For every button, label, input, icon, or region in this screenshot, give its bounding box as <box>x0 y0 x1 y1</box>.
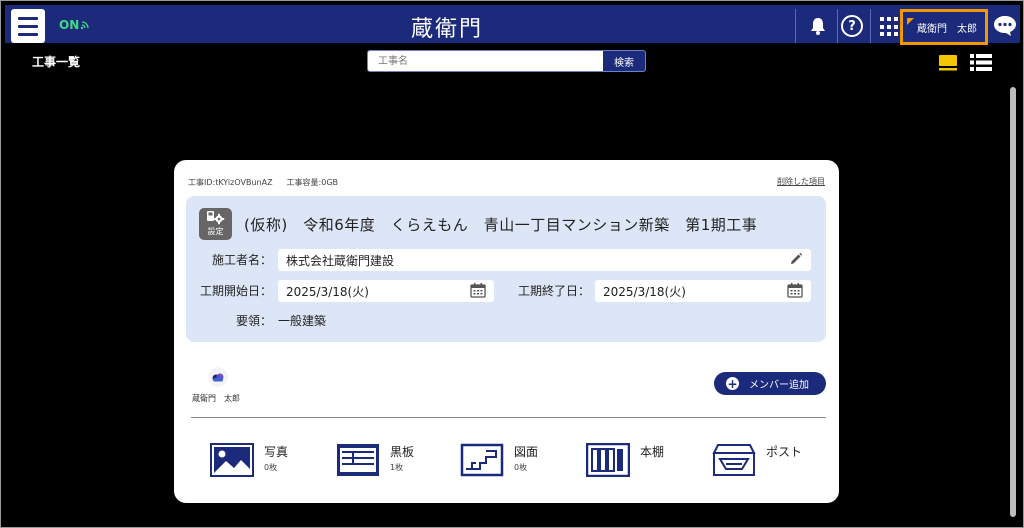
divider <box>837 9 838 43</box>
notification-bell-icon[interactable] <box>801 11 835 41</box>
mailbox-icon <box>712 444 756 476</box>
category-count: 0枚 <box>264 463 278 472</box>
blackboard-icon <box>337 444 379 476</box>
avatar[interactable] <box>208 367 228 387</box>
divider <box>870 9 871 43</box>
settings-label: 設定 <box>207 227 224 236</box>
category-label: 黒板 <box>390 445 415 459</box>
category-label: 写真 <box>264 445 289 459</box>
divider <box>191 417 826 418</box>
end-date-label: 工期終了日： <box>517 284 590 298</box>
list-view-icon[interactable] <box>970 53 992 72</box>
project-card: 工事ID:tKYizOVBunAZ 工事容量:0GB 削除した項目 設定 (仮称)… <box>174 160 839 503</box>
category-mailbox[interactable]: ポスト <box>712 443 812 483</box>
search-box: 検索 <box>367 50 646 72</box>
chat-icon[interactable] <box>993 15 1017 37</box>
member-name: 蔵衛門 太郎 <box>192 394 240 403</box>
drawing-icon <box>460 443 504 477</box>
category-label: ポスト <box>766 445 803 459</box>
end-date-value: 2025/3/18(火) <box>603 284 686 299</box>
app-grid-icon[interactable] <box>880 17 900 37</box>
edit-pencil-icon[interactable] <box>789 252 803 266</box>
help-symbol: ? <box>848 18 856 34</box>
settings-icon <box>207 211 225 225</box>
constructor-field[interactable]: 株式会社蔵衛門建設 <box>278 249 811 271</box>
category-label: 図面 <box>514 445 539 459</box>
category-count: 0枚 <box>514 463 528 472</box>
user-account-button[interactable]: 蔵衛門 太郎 <box>900 9 988 45</box>
project-capacity: 工事容量:0GB <box>286 178 339 187</box>
start-date-field[interactable]: 2025/3/18(火) <box>278 280 494 302</box>
card-view-icon[interactable] <box>938 54 958 71</box>
photo-icon <box>210 443 254 477</box>
cloud-user-icon <box>212 373 224 382</box>
constructor-value: 株式会社蔵衛門建設 <box>286 253 395 268</box>
project-info-panel: 設定 (仮称) 令和6年度 くらえもん 青山一丁目マンション新築 第1期工事 施… <box>186 196 826 342</box>
page-title: 工事一覧 <box>32 55 81 69</box>
category-count: 1枚 <box>390 463 404 472</box>
project-name: (仮称) 令和6年度 くらえもん 青山一丁目マンション新築 第1期工事 <box>244 216 758 234</box>
search-button[interactable]: 検索 <box>603 51 645 71</box>
connection-status-label: ON <box>59 18 80 32</box>
start-date-label: 工期開始日： <box>199 284 272 298</box>
add-member-button[interactable]: + メンバー追加 <box>714 372 826 395</box>
outline-value: 一般建築 <box>278 314 327 328</box>
outline-label: 要領： <box>235 314 272 328</box>
project-id: 工事ID:tKYizOVBunAZ <box>188 178 273 187</box>
settings-button[interactable]: 設定 <box>199 208 232 240</box>
divider <box>795 9 796 43</box>
add-member-label: メンバー追加 <box>749 380 809 391</box>
connection-status: ON <box>59 18 90 32</box>
constructor-label: 施工者名： <box>211 253 272 267</box>
app-logo: 蔵衛門 <box>411 17 484 42</box>
bookshelf-icon <box>586 443 630 477</box>
top-bar: ON 蔵衛門 ? 蔵衛門 太郎 <box>5 5 1020 45</box>
signal-icon <box>81 21 89 30</box>
category-label: 本棚 <box>640 445 665 459</box>
category-blackboard[interactable]: 黒板 1枚 <box>336 443 436 483</box>
search-input[interactable] <box>378 53 598 69</box>
category-bookshelf[interactable]: 本棚 <box>586 443 686 483</box>
help-icon[interactable]: ? <box>841 15 863 37</box>
category-drawing[interactable]: 図面 0枚 <box>460 443 560 483</box>
vertical-scrollbar[interactable] <box>1010 87 1016 517</box>
start-date-value: 2025/3/18(火) <box>286 284 369 299</box>
app-window: ON 蔵衛門 ? 蔵衛門 太郎 工事一覧 工事名 検索 工事ID:tKYizOV… <box>0 0 1024 528</box>
category-photo[interactable]: 写真 0枚 <box>210 443 310 483</box>
user-name: 蔵衛門 太郎 <box>917 23 977 35</box>
deleted-items-link[interactable]: 削除した項目 <box>777 176 825 187</box>
user-flag-icon <box>907 18 914 25</box>
calendar-icon[interactable] <box>470 283 486 298</box>
hamburger-menu-button[interactable] <box>11 9 45 43</box>
plus-icon: + <box>726 376 739 391</box>
end-date-field[interactable]: 2025/3/18(火) <box>595 280 811 302</box>
project-meta: 工事ID:tKYizOVBunAZ 工事容量:0GB <box>188 177 338 188</box>
calendar-icon[interactable] <box>787 283 803 298</box>
